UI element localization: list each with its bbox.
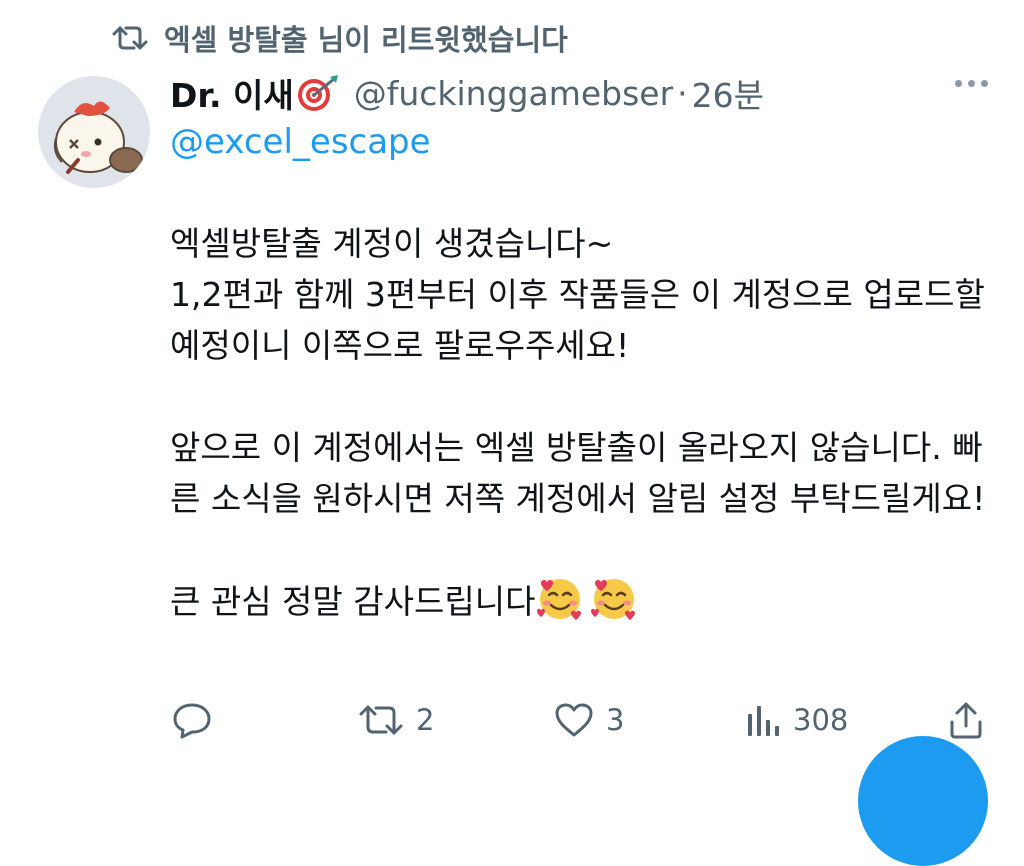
tweet-text: 엑셀방탈출 계정이 생겼습니다~ 1,2편과 함께 3편부터 이후 작품들은 이… [170,218,1000,627]
views-count: 308 [793,703,849,737]
like-count: 3 [606,703,625,737]
author-handle[interactable]: @fuckinggamebser [354,74,673,113]
retweet-context[interactable]: 엑셀 방탈출 님이 리트윗했습니다 [112,18,568,58]
tweet-paragraph-3-line: 큰 관심 정말 감사드립니다 [170,575,1000,627]
retweet-icon [112,24,148,52]
smiling-face-with-hearts-icon [535,575,585,621]
retweet-context-text: 엑셀 방탈출 님이 리트윗했습니다 [164,23,568,57]
smiling-face-with-hearts-icon [589,575,639,621]
retweet-count: 2 [416,703,435,737]
tweet-paragraph-2: 앞으로 이 계정에서는 엑셀 방탈출이 올라오지 않습니다. 빠른 소식을 원하… [170,428,986,518]
direct-hit-emoji-icon [296,73,340,113]
tweet-paragraph-3: 큰 관심 정말 감사드립니다 [170,582,536,621]
like-button[interactable]: 3 [554,696,624,744]
mention-link[interactable]: @excel_escape [170,122,431,162]
retweet-icon [358,703,404,737]
share-button[interactable] [948,696,984,744]
tweet-time[interactable]: 26분 [692,69,764,117]
reply-button[interactable] [172,696,224,744]
views-icon [745,702,781,738]
tweet-header: Dr. 이새 @fuckinggamebser · 26분 [170,68,1000,118]
compose-button[interactable] [858,736,988,866]
author-display-name[interactable]: Dr. 이새 [170,69,294,117]
retweet-button[interactable]: 2 [358,696,434,744]
tweet-paragraph-1: 엑셀방탈출 계정이 생겼습니다~ 1,2편과 함께 3편부터 이후 작품들은 이… [170,224,985,365]
heart-icon [554,702,594,738]
views-button[interactable]: 308 [745,696,848,744]
reply-icon [172,701,212,739]
avatar[interactable] [38,76,150,188]
more-options-icon[interactable] [955,80,988,87]
separator-dot: · [677,73,688,113]
share-icon [948,700,984,740]
tweet-actions: 2 3 308 [170,696,1000,744]
